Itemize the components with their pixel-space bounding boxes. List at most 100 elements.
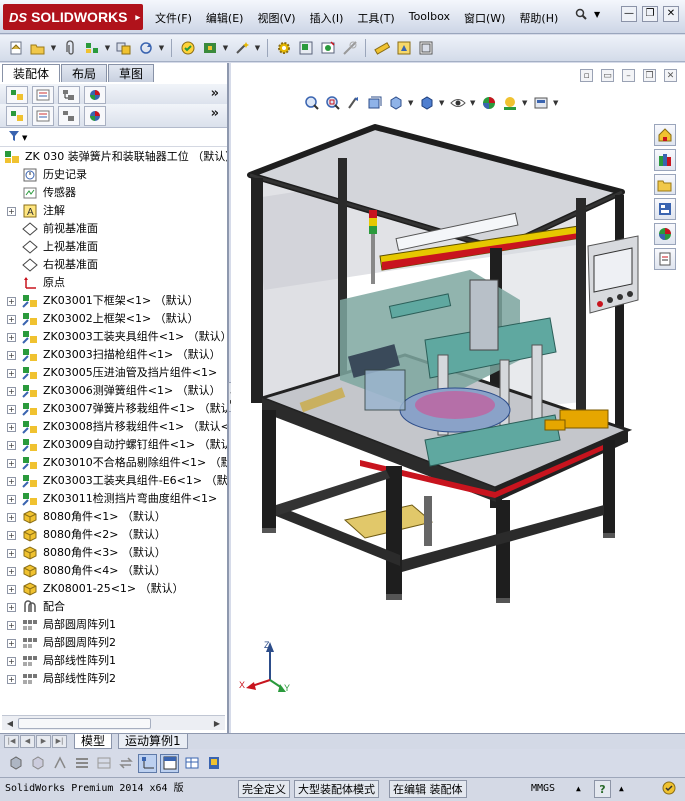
units-dropdown-icon[interactable]: ▲ <box>573 780 584 798</box>
expand-toggle-icon[interactable]: + <box>7 585 16 594</box>
fastener-dropdown[interactable]: ▼ <box>222 39 229 58</box>
tree-item[interactable]: + ZK03010不合格品剔除组件<1> （默认 <box>0 454 227 472</box>
expand-toggle-icon[interactable]: + <box>7 657 16 666</box>
last-tab-icon[interactable]: ▶| <box>52 735 67 748</box>
filter-icon[interactable] <box>8 130 20 145</box>
help-dropdown-icon[interactable]: ▲ <box>616 780 627 798</box>
grid-view-icon[interactable] <box>94 754 113 773</box>
property-tab-icon[interactable] <box>32 105 54 126</box>
scrollbar-thumb[interactable] <box>18 718 151 729</box>
pin-icon[interactable] <box>574 8 588 25</box>
design-library-icon[interactable] <box>654 148 676 171</box>
tree-item[interactable]: + 局部线性阵列2 <box>0 670 227 688</box>
component-dropdown[interactable]: ▼ <box>104 39 111 58</box>
hide-show-icon[interactable] <box>318 39 337 58</box>
more-tabs-icon[interactable]: » <box>211 86 219 101</box>
tree-item[interactable]: + ZK03009自动拧螺钉组件<1> （默认） <box>0 436 227 454</box>
smart-fastener-icon[interactable] <box>200 39 219 58</box>
tree-item[interactable]: + ZK03008挡片移栽组件<1> （默认<显 <box>0 418 227 436</box>
tree-item[interactable]: + ZK08001-25<1> （默认） <box>0 580 227 598</box>
tree-item[interactable]: + 局部圆周阵列2 <box>0 634 227 652</box>
exploded-view-icon[interactable] <box>296 39 315 58</box>
tab-model[interactable]: 模型 <box>74 734 113 749</box>
tree-item[interactable]: 前视基准面 <box>0 220 227 238</box>
expand-toggle-icon[interactable]: + <box>7 531 16 540</box>
tree-item[interactable]: + 配合 <box>0 598 227 616</box>
rotate-view-icon[interactable] <box>136 39 155 58</box>
solidworks-logo[interactable]: DS SOLIDWORKS ▸ <box>3 4 143 30</box>
property-manager-icon[interactable] <box>32 85 54 104</box>
menu-edit[interactable]: 编辑(E) <box>199 8 251 28</box>
tree-display-icon[interactable] <box>138 753 157 773</box>
tree-item[interactable]: + ZK03006测弹簧组件<1> （默认） <box>0 382 227 400</box>
expand-toggle-icon[interactable]: + <box>7 549 16 558</box>
tree-item[interactable]: + 局部线性阵列1 <box>0 652 227 670</box>
expand-toggle-icon[interactable]: + <box>7 441 16 450</box>
tree-item[interactable]: + ZK03007弹簧片移栽组件<1> （默认 <box>0 400 227 418</box>
measure-icon[interactable] <box>372 39 391 58</box>
interference-icon[interactable] <box>340 39 359 58</box>
unit-system[interactable]: MMGS <box>528 780 558 798</box>
more-tabs-icon[interactable]: » <box>211 106 219 121</box>
tree-item[interactable]: + ZK03005压进油管及挡片组件<1> （默 <box>0 364 227 382</box>
expand-toggle-icon[interactable]: + <box>7 297 16 306</box>
expand-toggle-icon[interactable]: + <box>7 369 16 378</box>
perspective-icon[interactable] <box>50 754 69 773</box>
flip-icon[interactable] <box>116 754 135 773</box>
rebuild-status-icon[interactable] <box>658 780 680 798</box>
configuration-manager-icon[interactable] <box>58 85 80 104</box>
menu-insert[interactable]: 插入(I) <box>303 8 351 28</box>
next-tab-icon[interactable]: ▶ <box>36 735 51 748</box>
close-button[interactable]: ✕ <box>663 6 679 22</box>
prev-tab-icon[interactable]: ◀ <box>20 735 35 748</box>
feature-manager-icon[interactable] <box>6 85 28 104</box>
tree-item[interactable]: + A 注解 <box>0 202 227 220</box>
magic-wand-icon[interactable] <box>232 39 251 58</box>
options-icon[interactable] <box>416 39 435 58</box>
scroll-left-arrow-icon[interactable]: ◀ <box>4 718 16 729</box>
expand-toggle-icon[interactable]: + <box>7 621 16 630</box>
display-manager-tab-icon[interactable] <box>84 105 106 126</box>
tree-item[interactable]: +8080角件<2> （默认） <box>0 526 227 544</box>
expand-toggle-icon[interactable]: + <box>7 333 16 342</box>
expand-toggle-icon[interactable]: + <box>7 477 16 486</box>
first-tab-icon[interactable]: |◀ <box>4 735 19 748</box>
expand-toggle-icon[interactable]: + <box>7 459 16 468</box>
appearances-icon[interactable] <box>654 223 676 246</box>
configuration-tab-icon[interactable] <box>58 105 80 126</box>
expand-toggle-icon[interactable]: + <box>7 513 16 522</box>
menu-help[interactable]: 帮助(H) <box>512 8 565 28</box>
tree-item[interactable]: + ZK03003扫描枪组件<1> （默认） <box>0 346 227 364</box>
chevron-down-icon[interactable]: ▼ <box>22 134 27 142</box>
tree-filter[interactable]: ▼ <box>0 129 227 147</box>
menu-file[interactable]: 文件(F) <box>148 8 199 28</box>
settings-gear-icon[interactable] <box>274 39 293 58</box>
horizontal-scrollbar[interactable]: ◀ ▶ <box>2 715 225 730</box>
tab-sketch[interactable]: 草图 <box>108 64 155 82</box>
tree-item[interactable]: + ZK03011检测挡片弯曲度组件<1> （默 <box>0 490 227 508</box>
shaded-icon[interactable] <box>6 754 25 773</box>
view-palette-icon[interactable] <box>654 198 676 221</box>
assembly-model-render[interactable]: Z X Y <box>231 63 685 733</box>
tree-item[interactable]: 传感器 <box>0 184 227 202</box>
tab-assembly[interactable]: 装配体 <box>2 64 61 82</box>
expand-toggle-icon[interactable]: + <box>7 567 16 576</box>
open-dropdown[interactable]: ▼ <box>50 39 57 58</box>
rebuild-icon[interactable] <box>178 39 197 58</box>
expand-toggle-icon[interactable]: + <box>7 675 16 684</box>
tab-motion-study-1[interactable]: 运动算例1 <box>118 734 188 749</box>
status-large-assembly-mode[interactable]: 大型装配体模式 <box>294 780 379 798</box>
tree-item[interactable]: +8080角件<1> （默认） <box>0 508 227 526</box>
scroll-right-arrow-icon[interactable]: ▶ <box>211 718 223 729</box>
menu-view[interactable]: 视图(V) <box>250 8 302 28</box>
tree-item[interactable]: +8080角件<4> （默认） <box>0 562 227 580</box>
tree-item[interactable]: 上视基准面 <box>0 238 227 256</box>
open-folder-icon[interactable] <box>28 39 47 58</box>
expand-toggle-icon[interactable]: + <box>7 207 16 216</box>
expand-toggle-icon[interactable]: + <box>7 405 16 414</box>
tree-item[interactable]: +8080角件<3> （默认） <box>0 544 227 562</box>
tree-item[interactable]: + ZK03001下框架<1> （默认） <box>0 292 227 310</box>
file-explorer-icon[interactable] <box>654 173 676 196</box>
table-view-icon[interactable] <box>182 754 201 773</box>
expand-toggle-icon[interactable]: + <box>7 423 16 432</box>
